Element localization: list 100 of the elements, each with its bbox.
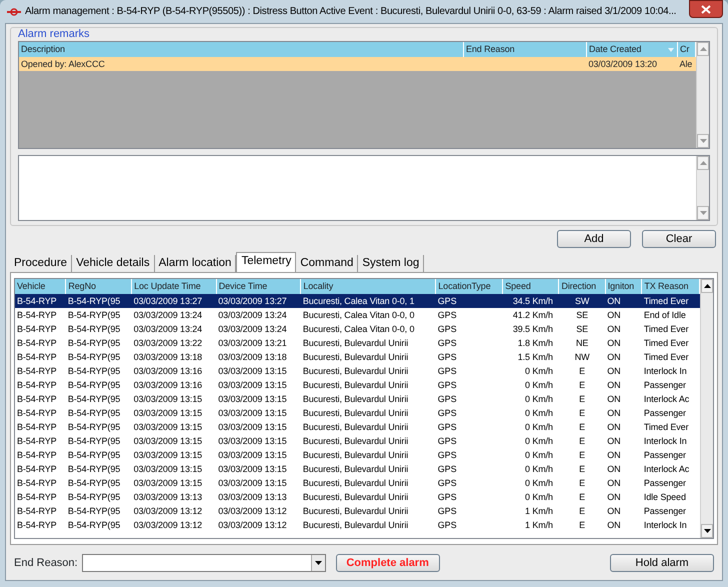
table-cell-text: 03/03/2009 13:13	[217, 491, 288, 504]
table-cell-text: B-54-RYP	[16, 351, 58, 364]
table-cell-text: Bucuresti, Bulevardul Unirii	[302, 463, 410, 476]
up-arrow-icon	[700, 161, 706, 165]
column-header[interactable]: TX Reason	[642, 279, 700, 294]
table-cell-text: Bucuresti, Bulevardul Unirii	[302, 421, 410, 434]
table-cell-text: E	[578, 519, 586, 532]
window-title: Alarm management : B-54-RYP (B-54-RYP(95505)) : Distress Button Active Event : Bucuresti, Bulevardul Unirii 0-0, 63-59 : Alarm raised 3/1/2009 10:04...	[25, 5, 676, 19]
table-cell-text: 03/03/2009 13:21	[217, 337, 288, 350]
column-header[interactable]: Direction	[558, 279, 606, 294]
table-cell-text: ON	[606, 449, 622, 462]
column-header[interactable]: RegNo	[66, 279, 132, 294]
table-cell-text: B-54-RYP	[16, 435, 58, 448]
up-arrow-icon	[700, 47, 706, 51]
table-cell-text: 03/03/2009 13:15	[217, 365, 288, 378]
table-cell: GPS	[436, 308, 503, 322]
table-cell-text: 03/03/2009 13:16	[132, 379, 204, 392]
table-cell-text: ON	[606, 365, 622, 378]
table-cell-text: 03/03/2009 13:12	[217, 519, 288, 532]
table-cell-text: 03/03/2009 13:15	[132, 463, 204, 476]
table-cell-text: 0 Km/h	[524, 407, 554, 420]
table-cell-text: Idle Speed	[642, 491, 687, 504]
column-header[interactable]: Speed	[502, 279, 559, 294]
table-cell-text: 03/03/2009 13:15	[217, 435, 288, 448]
table-cell-text: 03/03/2009 13:15	[132, 435, 204, 448]
table-cell-text: Bucuresti, Bulevardul Unirii	[302, 449, 410, 462]
table-cell: 03/03/2009 13:24	[132, 308, 216, 322]
end-reason-dropdown[interactable]	[82, 554, 326, 572]
table-cell-text: Bucuresti, Bulevardul Unirii	[302, 491, 410, 504]
table-cell-text: 03/03/2009 13:24	[217, 323, 288, 336]
table-cell-text: E	[578, 379, 586, 392]
table-cell-text: 0 Km/h	[524, 435, 554, 448]
table-cell-text: 03/03/2009 13:15	[217, 421, 288, 434]
column-header[interactable]: End Reason	[464, 42, 586, 57]
table-cell-text: GPS	[436, 463, 458, 476]
column-header[interactable]: Cr	[678, 42, 696, 57]
table-cell-text: B-54-RYP	[16, 519, 58, 532]
table-cell-text: 0 Km/h	[524, 379, 554, 392]
table-cell-text: B-54-RYP(95	[66, 407, 122, 420]
table-cell-text: B-54-RYP(95	[66, 393, 122, 406]
table-cell-text: Passenger	[642, 505, 687, 518]
table-cell-text: 1.8 Km/h	[516, 337, 554, 350]
column-header[interactable]: Description	[19, 42, 464, 57]
table-cell-text: 03/03/2009 13:15	[132, 407, 204, 420]
table-cell-text: GPS	[436, 407, 458, 420]
column-header[interactable]: Vehicle	[15, 279, 66, 294]
table-cell: Bucuresti, Calea Vitan 0-0, 1	[300, 294, 436, 308]
sort-arrow-icon	[668, 48, 674, 52]
add-button[interactable]: Add	[557, 230, 631, 248]
table-cell-text: E	[578, 477, 586, 490]
up-arrow-icon	[704, 284, 710, 288]
column-header[interactable]: Loc Update Time	[132, 279, 216, 294]
close-button[interactable]	[689, 0, 723, 18]
table-cell-text: 1 Km/h	[524, 505, 554, 518]
clear-button[interactable]: Clear	[642, 230, 716, 248]
table-cell-text: B-54-RYP	[16, 491, 58, 504]
table-cell-text: 03/03/2009 13:15	[132, 477, 204, 490]
table-cell-text: 0 Km/h	[524, 365, 554, 378]
table-cell-text: 03/03/2009 13:15	[132, 393, 204, 406]
table-cell-text: ON	[606, 407, 622, 420]
table-cell-text: GPS	[436, 449, 458, 462]
table-cell-text: ON	[606, 323, 622, 336]
table-cell-text: B-54-RYP	[16, 323, 58, 336]
table-cell-text: Interlock Ac	[642, 393, 690, 406]
scroll-up-button[interactable]	[701, 279, 713, 293]
table-cell: 03/03/2009 13:27	[132, 294, 216, 308]
table-cell: Bucuresti, Calea Vitan 0-0, 0	[300, 308, 436, 322]
scroll-down-button[interactable]	[701, 524, 713, 538]
table-cell-text: B-54-RYP(95	[66, 351, 122, 364]
table-cell-text: Bucuresti, Bulevardul Unirii	[302, 435, 410, 448]
column-header[interactable]: Locality	[300, 279, 436, 294]
table-cell-text: E	[578, 505, 586, 518]
table-cell-text: E	[578, 407, 586, 420]
column-header[interactable]: Date Created	[586, 42, 678, 57]
table-cell: B-54-RYP	[15, 294, 66, 308]
table-cell-text: B-54-RYP	[16, 477, 58, 490]
table-cell-text: E	[578, 365, 586, 378]
table-cell: B-54-RYP(95	[66, 294, 132, 308]
down-arrow-icon	[700, 139, 706, 143]
table-cell-text: 03/03/2009 13:15	[132, 421, 204, 434]
table-cell-text: Interlock In	[642, 365, 688, 378]
tab[interactable]: Telemetry	[236, 252, 296, 272]
table-cell-text: SE	[575, 323, 589, 336]
table-cell-text: Passenger	[642, 407, 687, 420]
down-arrow-icon	[704, 529, 710, 533]
table-cell-text: GPS	[436, 519, 458, 532]
table-cell-text: 03/03/2009 13:16	[132, 365, 204, 378]
table-cell-text: E	[578, 449, 586, 462]
column-header[interactable]: Device Time	[216, 279, 301, 294]
table-cell-text: B-54-RYP(95	[66, 421, 122, 434]
table-cell-text: Passenger	[642, 449, 687, 462]
table-cell-text: Bucuresti, Bulevardul Unirii	[302, 337, 410, 350]
table-cell-text: GPS	[436, 421, 458, 434]
table-cell: B-54-RYP	[15, 308, 66, 322]
column-header[interactable]: Igniton	[605, 279, 642, 294]
column-header[interactable]: LocationType	[436, 279, 503, 294]
app-logo-icon	[7, 8, 21, 16]
hold-alarm-button[interactable]: Hold alarm	[610, 554, 714, 572]
table-cell-text: Bucuresti, Bulevardul Unirii	[302, 393, 410, 406]
table-cell: SE	[558, 308, 606, 322]
